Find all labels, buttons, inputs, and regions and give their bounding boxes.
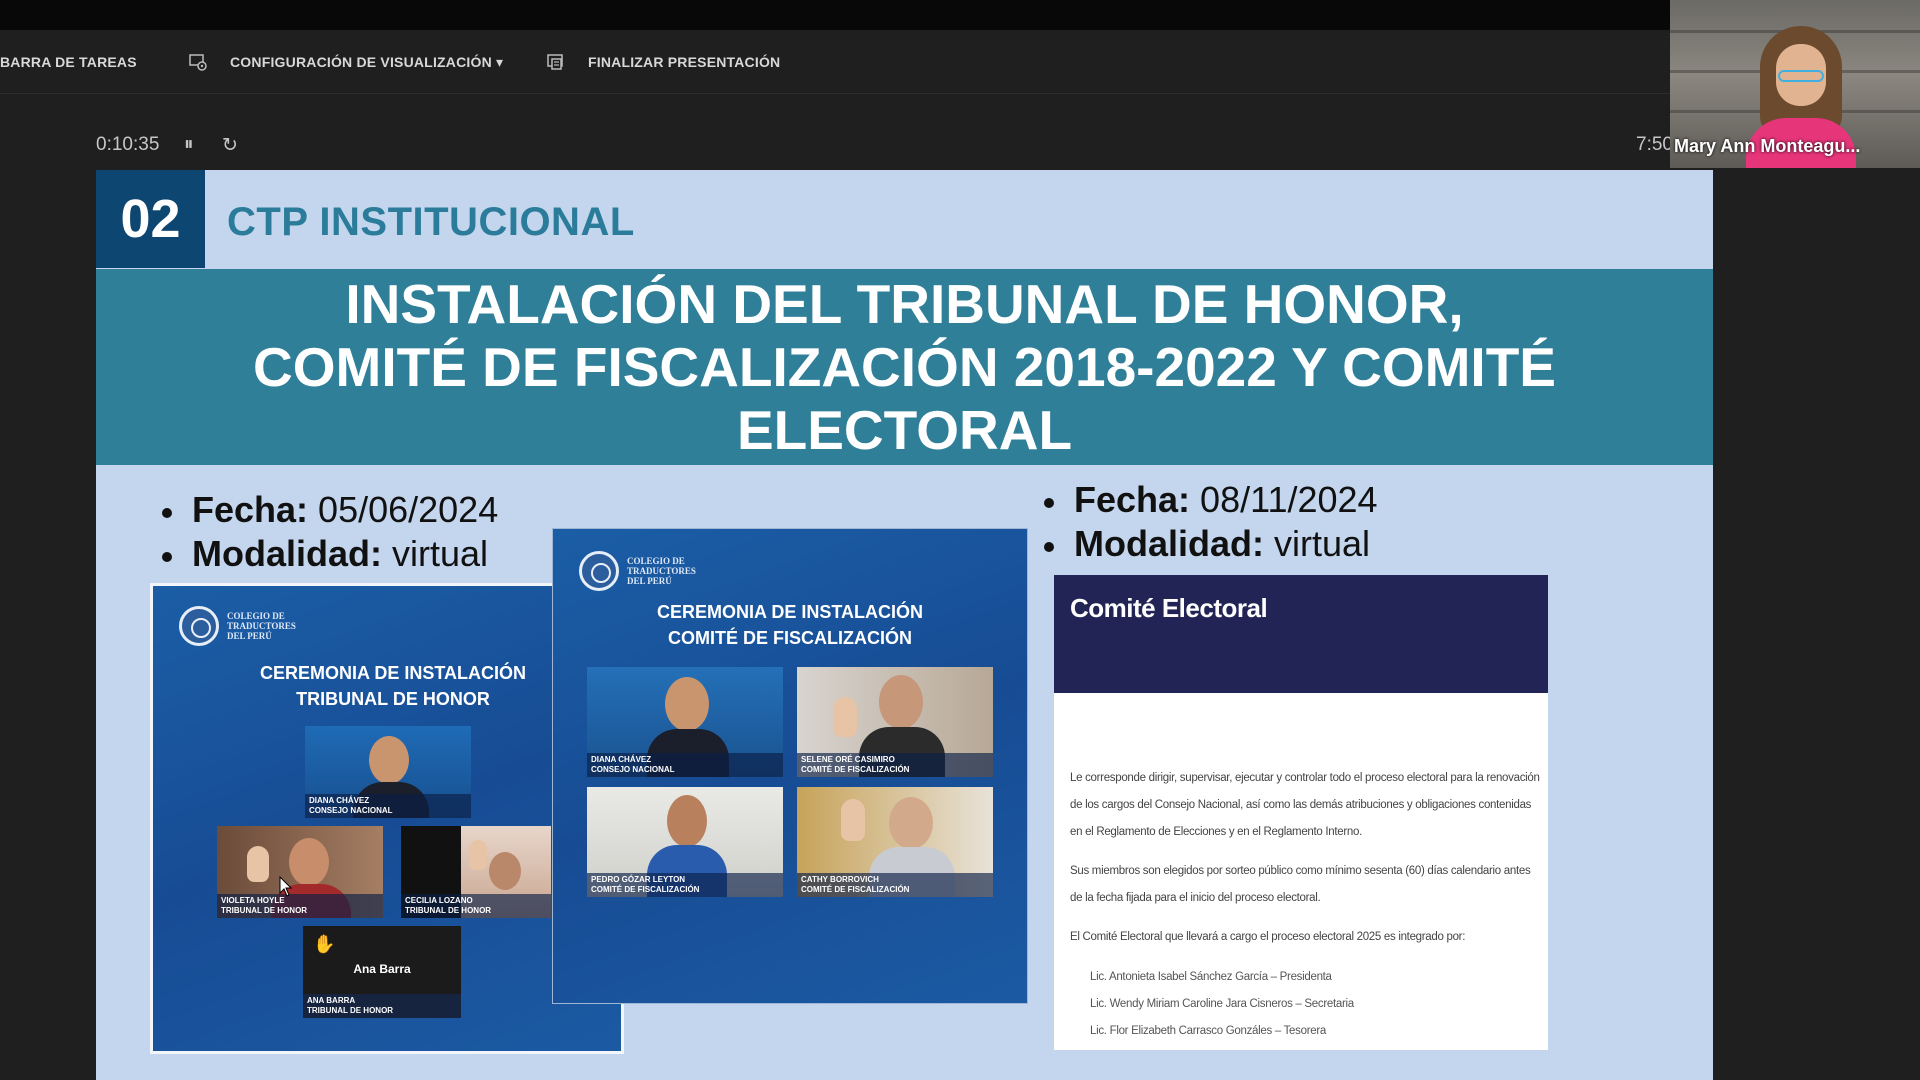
right-event-info: Fecha: 08/11/2024 Modalidad: virtual [1038,478,1378,566]
video-tile: DIANA CHÁVEZ CONSEJO NACIONAL [587,667,783,777]
display-settings-label: CONFIGURACIÓN DE VISUALIZACIÓN ▾ [230,53,504,70]
taskbar-label: BARRA DE TAREAS [0,54,137,70]
mouse-cursor-icon [279,876,293,897]
video-tile: DIANA CHÁVEZ CONSEJO NACIONAL [305,726,471,818]
fiscal-card-title: CEREMONIA DE INSTALACIÓN COMITÉ DE FISCA… [656,602,923,648]
restart-timer-icon[interactable]: ↻ [222,134,238,157]
end-presentation-icon [547,54,563,70]
section-title: CTP INSTITUCIONAL [227,200,635,244]
right-mode-item: Modalidad: virtual [1038,522,1378,566]
slide-canvas: 02 CTP INSTITUCIONAL INSTALACIÓN DEL TRI… [96,170,1713,1080]
display-settings-icon [189,54,207,71]
college-seal-icon [179,606,219,646]
video-tile: CECILIA LOZANO TRIBUNAL DE HONOR [401,826,551,918]
pause-icon[interactable]: ⏸ [184,134,194,156]
college-logo-text: COLEGIO DE TRADUCTORES DEL PERÚ [227,611,296,641]
fiscal-ceremony-image: COLEGIO DE TRADUCTORES DEL PERÚ CEREMONI… [553,529,1027,1003]
committee-member: Lic. Wendy Miriam Caroline Jara Cisneros… [1090,998,1354,1010]
banner-line-2: COMITÉ DE FISCALIZACIÓN 2018-2022 Y COMI… [253,335,1556,398]
document-paragraph-2: Sus miembros son elegidos por sorteo púb… [1070,865,1531,904]
section-number: 02 [96,170,205,268]
banner-line-3: ELECTORAL [736,398,1073,461]
video-tile: CATHY BORROVICH COMITÉ DE FISCALIZACIÓN [797,787,993,897]
right-date-item: Fecha: 08/11/2024 [1038,478,1378,522]
video-tile: VIOLETA HOYLE TRIBUNAL DE HONOR [217,826,383,918]
video-tile: SELENE ORÉ CASIMIRO COMITÉ DE FISCALIZACI… [797,667,993,777]
raised-hand-icon: ✋ [313,934,336,954]
participant-name: Mary Ann Monteagu... [1674,136,1861,156]
video-tile: ✋ Ana Barra ANA BARRA TRIBUNAL DE HONOR [303,926,461,1018]
electoral-committee-document: Comité Electoral Le corresponde dirigir,… [1054,575,1548,1050]
college-logo-text: COLEGIO DE TRADUCTORES DEL PERÚ [627,556,696,586]
tribunal-card-title: CEREMONIA DE INSTALACIÓN TRIBUNAL DE HON… [259,663,526,709]
left-mode-item: Modalidad: virtual [156,532,498,576]
document-title: Comité Electoral [1070,593,1268,623]
left-date-item: Fecha: 05/06/2024 [156,488,498,532]
elapsed-timer: 0:10:35 [96,134,160,155]
document-header: Comité Electoral [1054,575,1548,693]
document-paragraph-1: Le corresponde dirigir, supervisar, ejec… [1070,772,1540,838]
presenter-timer-row: 0:10:35 ⏸ ↻ 7:50 [0,124,1670,168]
top-bar [0,0,1670,30]
end-presentation-button[interactable]: FINALIZAR PRESENTACIÓN [546,30,780,94]
taskbar-button[interactable]: BARRA DE TAREAS [0,30,137,94]
presenter-toolbar: BARRA DE TAREAS CONFIGURACIÓN DE VISUALI… [0,30,1670,94]
video-tile: PEDRO GÓZAR LEYTON COMITÉ DE FISCALIZACIÓ… [587,787,783,897]
display-settings-button[interactable]: CONFIGURACIÓN DE VISUALIZACIÓN ▾ [188,30,503,94]
left-event-info: Fecha: 05/06/2024 Modalidad: virtual [156,488,498,576]
current-time: 7:50 [1636,134,1670,155]
slide-banner: INSTALACIÓN DEL TRIBUNAL DE HONOR, COMIT… [96,269,1713,465]
document-paragraph-3: El Comité Electoral que llevará a cargo … [1070,931,1466,943]
committee-member: Lic. Antonieta Isabel Sánchez García – P… [1090,971,1332,983]
committee-member: Lic. Flor Elizabeth Carrasco Gonzáles – … [1090,1025,1326,1037]
banner-line-1: INSTALACIÓN DEL TRIBUNAL DE HONOR, [345,272,1464,335]
end-presentation-label: FINALIZAR PRESENTACIÓN [588,54,781,70]
participant-video[interactable]: Mary Ann Monteagu... [1670,0,1920,168]
college-seal-icon [579,551,619,591]
